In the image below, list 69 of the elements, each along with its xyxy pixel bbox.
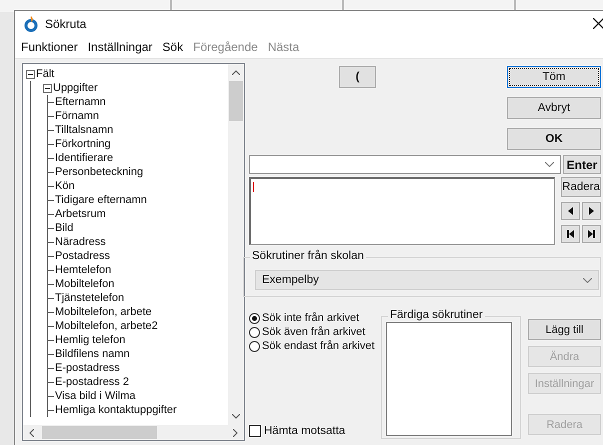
- search-expression-field[interactable]: [249, 177, 555, 245]
- chevron-down-icon[interactable]: [545, 162, 554, 167]
- window-title: Sökruta: [45, 16, 86, 30]
- tree-item[interactable]: Fält: [36, 68, 54, 80]
- horizontal-scrollbar[interactable]: [23, 425, 244, 440]
- tree-item[interactable]: Efternamn: [55, 96, 106, 108]
- menu-item[interactable]: Funktioner: [21, 40, 78, 54]
- last-button[interactable]: [582, 225, 601, 243]
- archive-radio[interactable]: Sök endast från arkivet: [249, 339, 381, 353]
- tree-item[interactable]: Näradress: [55, 236, 106, 248]
- menu-item[interactable]: Inställningar: [88, 40, 152, 54]
- tree-item[interactable]: Mobiltelefon, arbete2: [55, 320, 158, 332]
- group-label: Sökrutiner från skolan: [250, 250, 366, 262]
- tree-item[interactable]: Kön: [55, 180, 75, 192]
- scroll-down-icon[interactable]: [232, 414, 240, 419]
- action-button[interactable]: Avbryt: [507, 97, 601, 119]
- tree-item[interactable]: Identifierare: [55, 152, 114, 164]
- tree-item[interactable]: Uppgifter: [53, 82, 98, 94]
- group-label: Färdiga sökrutiner: [388, 309, 485, 321]
- triangle-right-icon: [589, 207, 594, 215]
- tree-item[interactable]: Postadress: [55, 250, 110, 262]
- parenthesis-button[interactable]: (: [339, 66, 376, 88]
- tree-item[interactable]: Personbeteckning: [55, 166, 144, 178]
- routine-button[interactable]: Lägg till: [528, 319, 601, 340]
- action-button[interactable]: Töm: [507, 66, 601, 88]
- scroll-right-icon[interactable]: [233, 428, 238, 436]
- tree-item[interactable]: Tilltalsnamn: [55, 124, 114, 136]
- tree-item[interactable]: Bildfilens namn: [55, 348, 130, 360]
- collapse-icon[interactable]: [43, 84, 52, 92]
- tree-item[interactable]: Mobiltelefon, arbete: [55, 306, 152, 318]
- action-button[interactable]: OK: [507, 128, 601, 150]
- skip-start-icon: [567, 230, 574, 238]
- right-arrow-button[interactable]: [582, 202, 601, 220]
- fetch-opposite-checkbox[interactable]: Hämta motsatta: [249, 425, 381, 437]
- menu-item[interactable]: Sök: [162, 40, 184, 54]
- first-button[interactable]: [561, 225, 580, 243]
- scroll-left-icon[interactable]: [29, 428, 34, 436]
- tree-item[interactable]: Visa bild i Wilma: [55, 390, 136, 402]
- tree-item[interactable]: Förnamn: [55, 110, 100, 122]
- tree-item[interactable]: Hemlig telefon: [55, 334, 126, 346]
- enter-button[interactable]: Enter: [563, 155, 601, 174]
- scroll-up-icon[interactable]: [232, 70, 240, 75]
- text-cursor: [253, 182, 254, 192]
- delete-button[interactable]: Radera: [561, 177, 601, 197]
- vertical-scrollbar[interactable]: [228, 64, 244, 425]
- triangle-left-icon: [568, 207, 573, 215]
- tree-item[interactable]: E-postadress 2: [55, 376, 129, 388]
- tree-item[interactable]: Förkortning: [55, 138, 111, 150]
- tree-item[interactable]: Tjänstetelefon: [55, 292, 124, 304]
- skip-end-icon: [588, 230, 595, 238]
- left-arrow-button[interactable]: [561, 202, 580, 220]
- close-icon[interactable]: [593, 18, 603, 29]
- archive-radio[interactable]: Sök även från arkivet: [249, 325, 381, 339]
- tree-item[interactable]: Arbetsrum: [55, 208, 106, 220]
- tree-item[interactable]: Tidigare efternamn: [55, 194, 147, 206]
- app-logo-icon: [24, 16, 38, 32]
- tree-item[interactable]: Hemtelefon: [55, 264, 112, 276]
- archive-radio[interactable]: Sök inte från arkivet: [249, 311, 381, 325]
- scrollbar-thumb[interactable]: [42, 426, 157, 439]
- school-routine-dropdown[interactable]: Exempelby: [255, 270, 599, 290]
- expression-dropdown[interactable]: [249, 155, 561, 174]
- collapse-icon[interactable]: [26, 70, 35, 78]
- chevron-down-icon[interactable]: [583, 278, 592, 282]
- tree-item[interactable]: E-postadress: [55, 362, 120, 374]
- scrollbar-thumb[interactable]: [229, 81, 243, 121]
- tree-item[interactable]: Bild: [55, 222, 74, 234]
- tree-item[interactable]: Mobiltelefon: [55, 278, 114, 290]
- tree-item[interactable]: Hemliga kontaktuppgifter: [55, 404, 177, 416]
- routine-list[interactable]: [386, 322, 512, 436]
